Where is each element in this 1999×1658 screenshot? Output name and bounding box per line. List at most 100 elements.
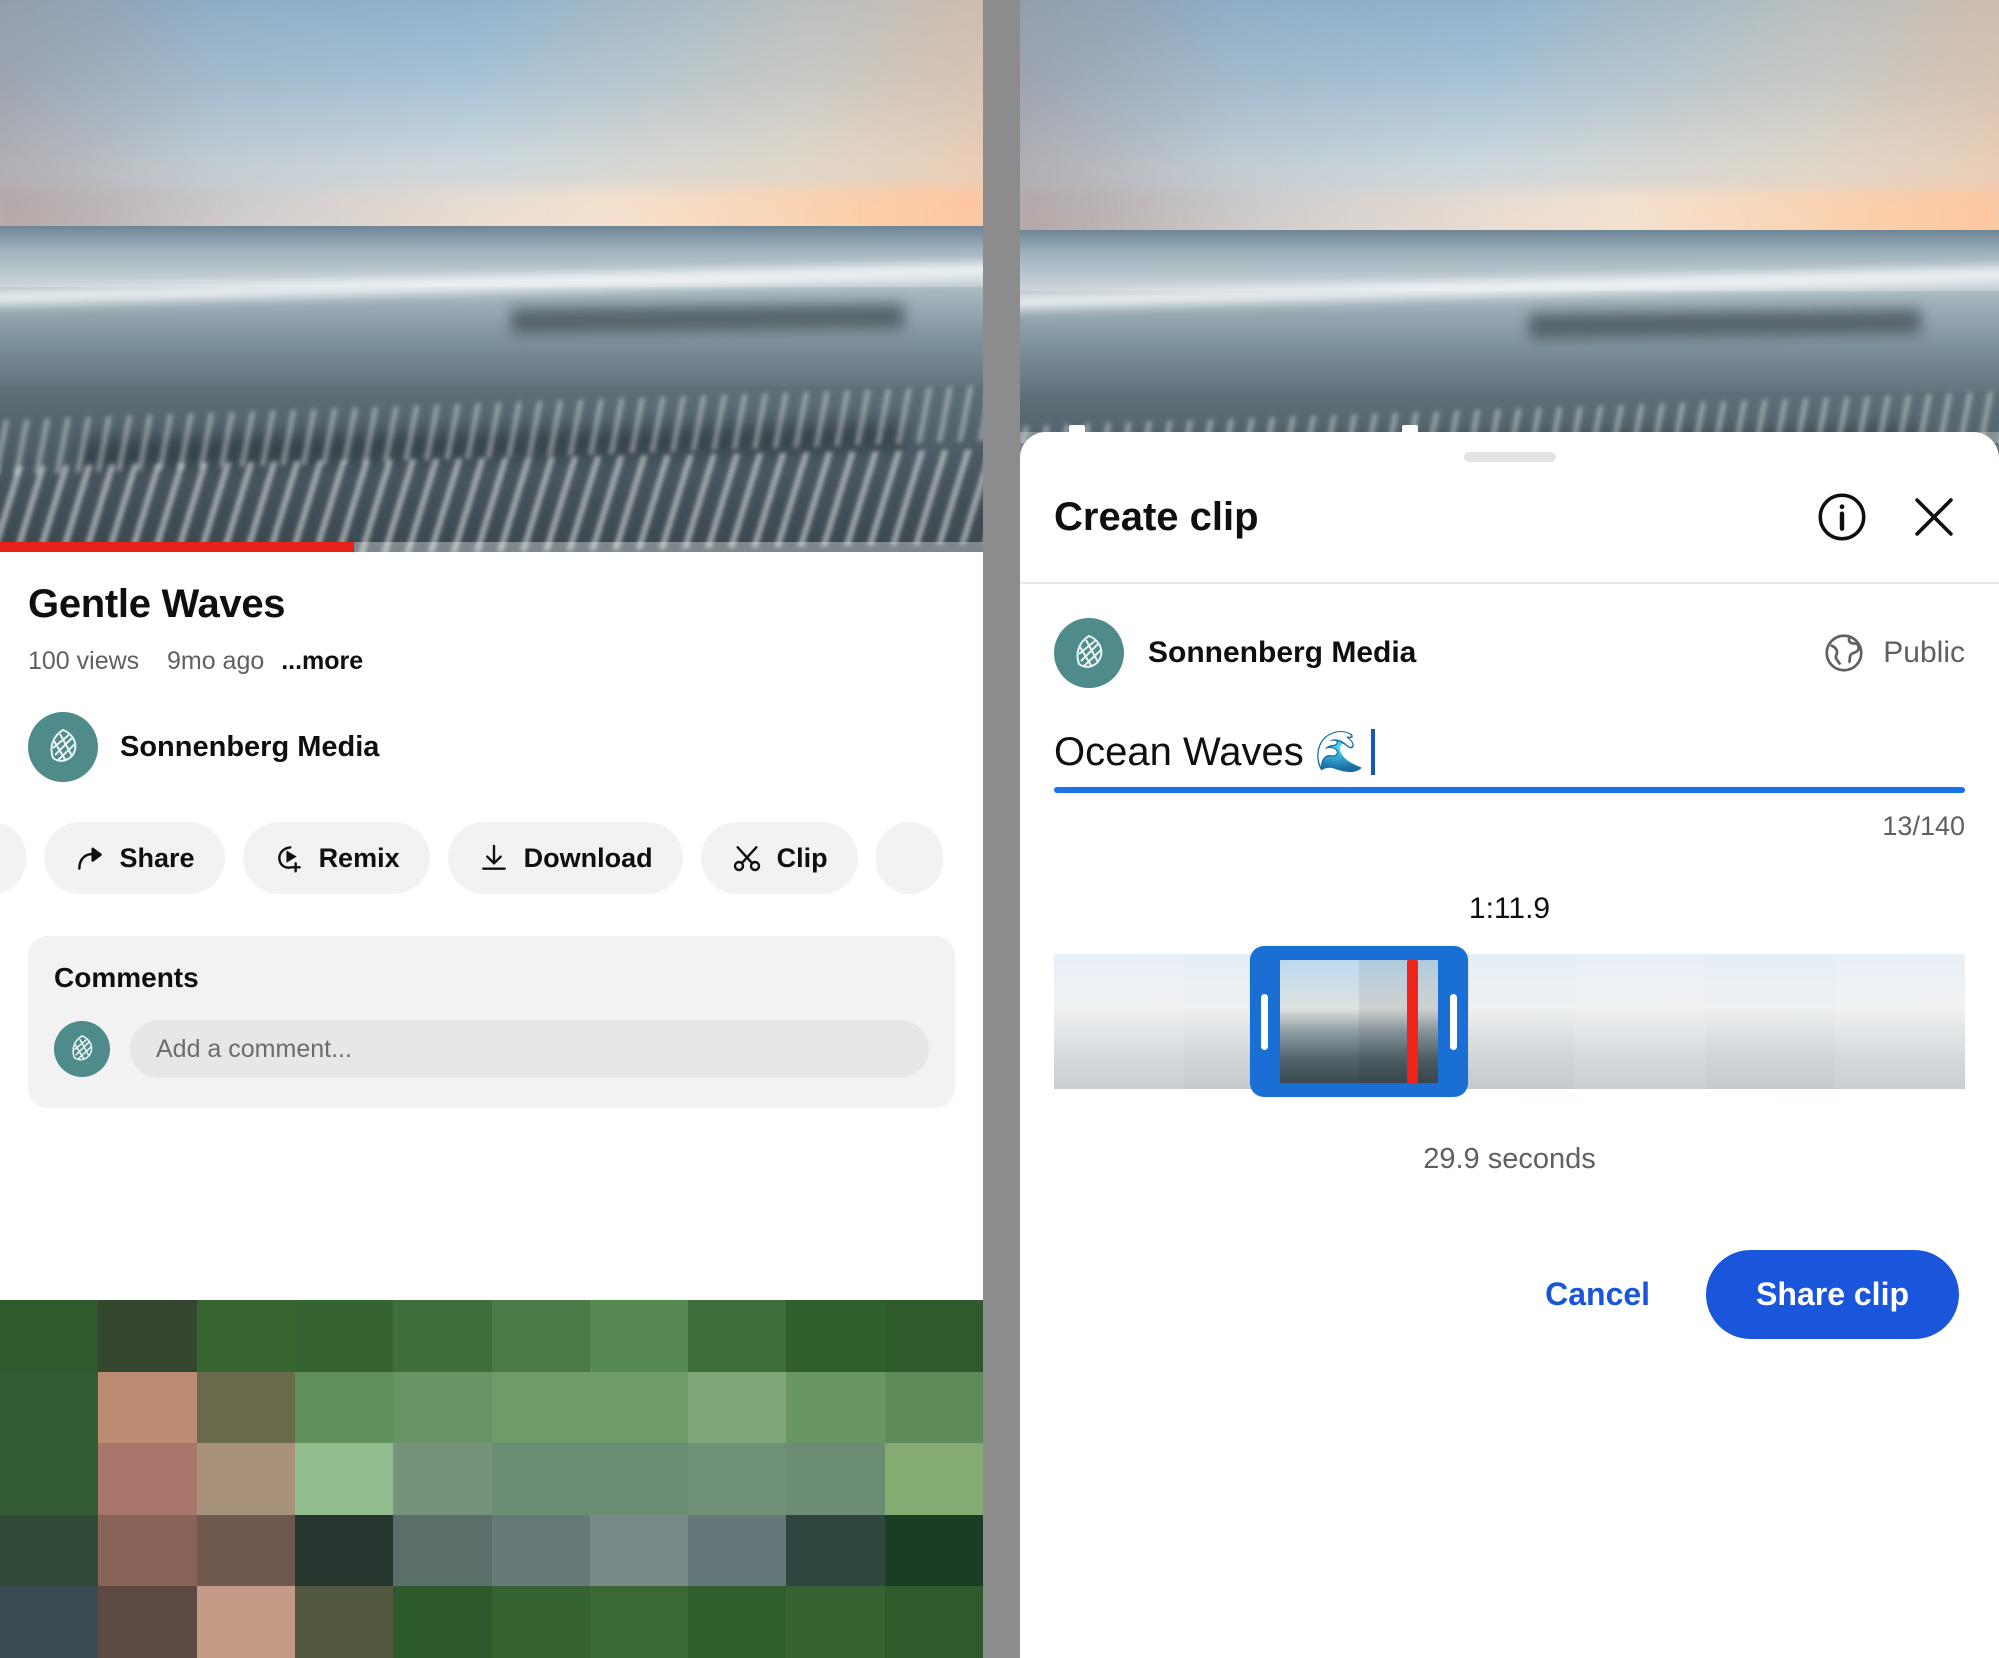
clip-button[interactable]: Clip [700, 822, 858, 894]
comment-input[interactable]: Add a comment... [130, 1020, 929, 1078]
clip-trimmer[interactable] [1054, 946, 1965, 1097]
remix-button-label: Remix [318, 842, 400, 873]
pixel-tile [786, 1300, 885, 1372]
pixel-tile [294, 1300, 394, 1372]
pixel-tile [688, 1300, 787, 1372]
pixel-tile [0, 1514, 99, 1587]
pixel-tile [589, 1371, 689, 1444]
trim-selection[interactable] [1249, 946, 1469, 1097]
pixel-tile [98, 1514, 197, 1587]
clip-timestamp: 1:11.9 [1468, 892, 1551, 925]
filmstrip-frame [1834, 954, 1965, 1089]
info-circle-icon [1818, 493, 1866, 541]
view-count: 100 views [28, 647, 140, 675]
clip-title-value: Ocean Waves 🌊 [1054, 730, 1365, 774]
clip-title-field[interactable]: Ocean Waves 🌊 13/140 [1054, 728, 1965, 842]
cancel-button[interactable]: Cancel [1521, 1258, 1674, 1331]
pixel-tile [884, 1371, 983, 1444]
leaf-logo-icon [50, 728, 77, 762]
remix-button[interactable]: Remix [242, 822, 430, 894]
pixel-tile [98, 1371, 197, 1444]
video-metadata: Gentle Waves 100 views 9mo ago ...more [0, 552, 983, 676]
sheet-drag-handle[interactable] [1463, 452, 1556, 462]
info-button[interactable] [1811, 486, 1873, 548]
pixel-tile [196, 1300, 295, 1372]
video-watch-panel: Gentle Waves 100 views 9mo ago ...more S… [0, 0, 983, 1658]
avatar [54, 1021, 110, 1077]
pixel-tile [589, 1514, 689, 1587]
video-progress-bar[interactable] [0, 542, 983, 552]
pixel-tile [393, 1300, 492, 1372]
pixel-tile [393, 1371, 492, 1444]
leaf-logo-icon [72, 1035, 93, 1061]
clip-button-label: Clip [776, 842, 828, 873]
pixel-tile [294, 1586, 394, 1658]
pixel-tile [0, 1586, 99, 1658]
channel-name[interactable]: Sonnenberg Media [120, 731, 379, 764]
pixel-tile [0, 1443, 99, 1515]
add-comment-row[interactable]: Add a comment... [54, 1020, 929, 1078]
filmstrip [1054, 954, 1965, 1089]
pixel-tile [393, 1514, 492, 1587]
privacy-label: Public [1883, 636, 1965, 669]
pixel-tile [196, 1514, 295, 1587]
pixel-tile [884, 1514, 983, 1587]
pixel-tile [786, 1443, 885, 1515]
pixel-tile [786, 1586, 885, 1658]
scissors-icon [733, 846, 760, 872]
create-clip-sheet: Create clip Sonnenberg Media Public Ocea… [1020, 432, 1999, 1658]
filmstrip-frame [1574, 954, 1705, 1089]
share-button-label: Share [119, 842, 195, 873]
pixel-tile [589, 1586, 689, 1658]
pixel-tile [0, 1371, 99, 1444]
channel-row[interactable]: Sonnenberg Media [0, 712, 983, 782]
trim-handle-right[interactable] [1450, 993, 1458, 1050]
video-player[interactable] [0, 0, 983, 552]
clip-title-input[interactable]: Ocean Waves 🌊 [1054, 728, 1965, 787]
pixelated-thumbnail [0, 1300, 983, 1658]
share-clip-button[interactable]: Share clip [1706, 1250, 1959, 1339]
avatar [1054, 618, 1124, 688]
pixel-tile [196, 1371, 295, 1444]
trim-handle-left[interactable] [1260, 993, 1268, 1050]
pixel-tile [786, 1514, 885, 1587]
close-button[interactable] [1903, 486, 1965, 548]
share-button[interactable]: Share [43, 822, 225, 894]
avatar[interactable] [28, 712, 98, 782]
create-clip-panel: Create clip Sonnenberg Media Public Ocea… [1020, 0, 1999, 1658]
upload-age: 9mo ago [166, 647, 265, 675]
channel-name: Sonnenberg Media [1148, 636, 1417, 669]
comments-section: Comments Add a comment... [28, 936, 955, 1108]
pixel-tile [196, 1443, 295, 1515]
download-button[interactable]: Download [447, 822, 683, 894]
sheet-header: Create clip [1020, 462, 1999, 548]
action-chip-row[interactable]: Share Remix Download Clip [0, 822, 983, 894]
pixel-tile [688, 1514, 787, 1587]
remix-icon [277, 846, 301, 873]
pixel-tile [589, 1300, 689, 1372]
pixel-tile [393, 1586, 492, 1658]
pixel-tile [491, 1371, 590, 1444]
filmstrip-frame [1704, 954, 1835, 1089]
comments-heading: Comments [54, 962, 199, 993]
pixel-tile [98, 1443, 197, 1515]
pixel-tile [196, 1586, 295, 1658]
wave-shelf [1528, 308, 1921, 339]
video-progress-fill [0, 542, 354, 552]
sheet-title: Create clip [1054, 494, 1259, 539]
character-counter: 13/140 [1882, 811, 1965, 841]
chip-partial-right[interactable] [875, 822, 944, 894]
pixel-tile [786, 1371, 885, 1444]
chip-partial-left[interactable] [0, 822, 26, 894]
clip-duration: 29.9 seconds [1423, 1143, 1596, 1175]
more-link[interactable]: ...more [281, 647, 363, 675]
selected-frame [1279, 960, 1360, 1083]
globe-icon [1825, 634, 1863, 672]
pixel-tile [491, 1443, 590, 1515]
playhead[interactable] [1407, 960, 1419, 1083]
video-stats[interactable]: 100 views 9mo ago ...more [28, 647, 955, 676]
download-button-label: Download [523, 842, 653, 873]
download-icon [481, 844, 506, 870]
close-icon [1915, 498, 1953, 536]
pixel-tile [294, 1443, 394, 1515]
